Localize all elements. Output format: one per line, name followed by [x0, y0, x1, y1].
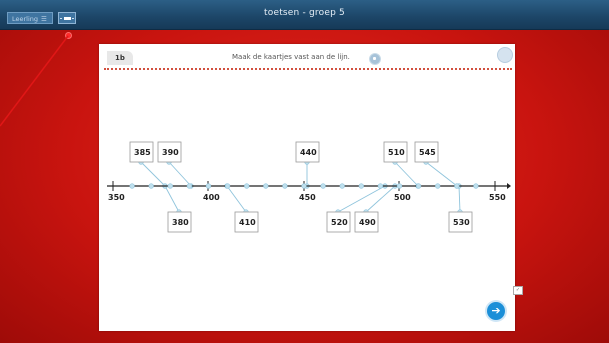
snap-point[interactable]: [339, 183, 345, 189]
tick-label-400: 400: [203, 193, 220, 202]
arrow-head-icon: [507, 183, 511, 189]
tick-label-450: 450: [299, 193, 316, 202]
number-card[interactable]: 390: [157, 141, 182, 163]
snap-point[interactable]: [167, 183, 173, 189]
card-label: 520: [331, 218, 348, 227]
snap-point[interactable]: [282, 183, 288, 189]
number-card[interactable]: 440: [295, 141, 320, 163]
snap-point[interactable]: [473, 183, 479, 189]
number-card[interactable]: 545: [414, 141, 439, 163]
card-label: 530: [453, 218, 470, 227]
snap-point[interactable]: [205, 183, 212, 189]
snap-point[interactable]: [244, 183, 250, 189]
check-box[interactable]: ✓: [513, 286, 523, 295]
snap-point[interactable]: [377, 183, 384, 189]
number-card[interactable]: 520: [326, 211, 351, 233]
snap-point[interactable]: [320, 183, 326, 189]
snap-point[interactable]: [301, 183, 307, 189]
connector-line: [168, 161, 192, 187]
audio-icon[interactable]: [369, 53, 381, 65]
next-button[interactable]: ➔: [487, 302, 505, 320]
number-card[interactable]: 380: [167, 211, 192, 233]
connector-line: [394, 161, 419, 187]
snap-point[interactable]: [454, 183, 460, 189]
snap-point[interactable]: [396, 183, 403, 189]
number-card[interactable]: 510: [383, 141, 408, 163]
number-card[interactable]: 385: [129, 141, 154, 163]
instruction-text: Maak de kaartjes vast aan de lijn.: [232, 53, 350, 61]
card-label: 410: [239, 218, 256, 227]
number-card[interactable]: 490: [354, 211, 379, 233]
connector-line: [337, 185, 386, 213]
snap-point[interactable]: [435, 183, 441, 189]
card-label: 510: [388, 148, 405, 157]
snap-point[interactable]: [263, 183, 269, 189]
snap-point[interactable]: [186, 183, 192, 189]
header-divider: [104, 68, 512, 70]
connector-line: [425, 161, 458, 187]
connector-line: [164, 185, 180, 213]
snap-point[interactable]: [416, 183, 422, 189]
connector-line: [140, 161, 166, 187]
tick-label-550: 550: [489, 193, 506, 202]
tick-label-350: 350: [108, 193, 125, 202]
connector-line: [365, 185, 396, 213]
exercise-number: 1b: [107, 51, 133, 65]
card-label: 545: [419, 148, 436, 157]
card-label: 440: [300, 148, 317, 157]
help-icon[interactable]: [497, 47, 513, 63]
number-line-area: 350 400 450 500 550 385 390 440 510 545 …: [107, 141, 511, 233]
connector-line: [458, 185, 461, 213]
number-card[interactable]: 410: [234, 211, 259, 233]
card-label: 490: [359, 218, 376, 227]
tick-label-500: 500: [394, 193, 411, 202]
snap-point[interactable]: [148, 183, 154, 189]
snap-point[interactable]: [129, 183, 135, 189]
card-label: 380: [172, 218, 189, 227]
connector-line: [226, 185, 247, 213]
card-label: 390: [162, 148, 179, 157]
snap-point[interactable]: [225, 183, 231, 189]
card-label: 385: [134, 148, 151, 157]
snap-point[interactable]: [358, 183, 364, 189]
number-card[interactable]: 530: [448, 211, 473, 233]
